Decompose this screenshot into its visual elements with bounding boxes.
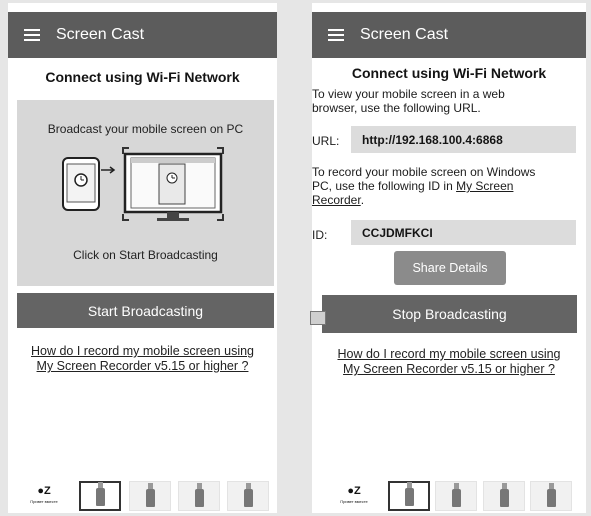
start-instruction: Click on Start Broadcasting xyxy=(73,248,218,262)
help-link-line-1: How do I record my mobile screen using xyxy=(30,344,254,358)
bottle-image xyxy=(96,482,106,506)
help-link-line-2: My Screen Recorder v5.15 or higher ? xyxy=(343,362,555,376)
app-title: Screen Cast xyxy=(56,26,145,43)
bottle-image xyxy=(499,483,509,507)
bottle-image xyxy=(194,483,204,507)
record-instructions-line-1: To record your mobile screen on Windows xyxy=(312,165,536,179)
ad-banner[interactable]: ●Z Привет вместе xyxy=(326,481,572,511)
bottle-image xyxy=(547,483,556,507)
phone-to-pc-illustration xyxy=(62,147,224,221)
bottle-image xyxy=(452,483,461,507)
menu-icon[interactable] xyxy=(312,12,360,58)
right-phone-screen: Screen Cast Connect using Wi-Fi Network … xyxy=(312,3,586,513)
app-bar: Screen Cast xyxy=(312,12,586,58)
view-instructions-line-1: To view your mobile screen in a web xyxy=(312,87,505,101)
record-instructions-end: . xyxy=(360,193,365,207)
ad-logo-tile[interactable]: ●Z Привет вместе xyxy=(326,481,382,511)
connection-heading: Connect using Wi-Fi Network xyxy=(351,65,547,81)
id-field[interactable]: CCJDMFKCI xyxy=(351,220,576,245)
ad-product-tile[interactable] xyxy=(387,481,430,511)
connection-heading: Connect using Wi-Fi Network xyxy=(45,69,240,85)
menu-icon[interactable] xyxy=(8,12,56,58)
stop-broadcasting-button[interactable]: Stop Broadcasting xyxy=(322,295,577,333)
url-field[interactable]: http://192.168.100.4:6868 xyxy=(351,126,576,153)
ad-product-tile[interactable] xyxy=(128,481,171,511)
ad-product-tile[interactable] xyxy=(482,481,525,511)
my-screen-recorder-link[interactable]: My Screen xyxy=(456,179,513,193)
bottle-image xyxy=(244,483,253,507)
ad-logo: ●Z xyxy=(347,485,361,497)
ad-banner[interactable]: ●Z Привет вместе xyxy=(16,481,269,511)
view-instructions-line-2: browser, use the following URL. xyxy=(312,101,481,115)
broadcast-panel: Broadcast your mobile screen on PC Click… xyxy=(17,100,274,286)
ad-logo-subtext: Привет вместе xyxy=(30,499,58,504)
my-screen-recorder-link-cont[interactable]: Recorder xyxy=(312,193,361,207)
bottle-image xyxy=(145,483,155,507)
record-instructions-line-2: PC, use the following ID in xyxy=(312,179,457,193)
help-link[interactable]: How do I record my mobile screen using M… xyxy=(8,344,277,374)
id-label: ID: xyxy=(312,228,328,242)
help-link[interactable]: How do I record my mobile screen using M… xyxy=(312,347,586,377)
broadcast-text: Broadcast your mobile screen on PC xyxy=(47,122,244,136)
help-link-line-2: My Screen Recorder v5.15 or higher ? xyxy=(36,359,249,373)
record-instructions: To record your mobile screen on Windows … xyxy=(312,165,574,207)
app-title: Screen Cast xyxy=(360,26,449,43)
ad-product-tile[interactable] xyxy=(435,481,477,511)
ad-product-tile[interactable] xyxy=(530,481,572,511)
cast-indicator-icon xyxy=(310,311,326,325)
app-bar: Screen Cast xyxy=(8,12,277,58)
ad-product-tile[interactable] xyxy=(227,481,269,511)
view-instructions: To view your mobile screen in a web brow… xyxy=(312,87,574,115)
ad-logo: ●Z xyxy=(37,485,51,497)
share-details-button[interactable]: Share Details xyxy=(394,251,506,285)
url-label: URL: xyxy=(312,134,340,148)
ad-product-tile[interactable] xyxy=(177,481,220,511)
ad-logo-tile[interactable]: ●Z Привет вместе xyxy=(16,481,72,511)
start-broadcasting-button[interactable]: Start Broadcasting xyxy=(17,293,274,328)
help-link-line-1: How do I record my mobile screen using xyxy=(337,347,561,361)
ad-product-tile[interactable] xyxy=(79,481,122,511)
ad-logo-subtext: Привет вместе xyxy=(340,499,368,504)
left-phone-screen: Screen Cast Connect using Wi-Fi Network … xyxy=(8,3,277,513)
bottle-image xyxy=(404,482,414,506)
